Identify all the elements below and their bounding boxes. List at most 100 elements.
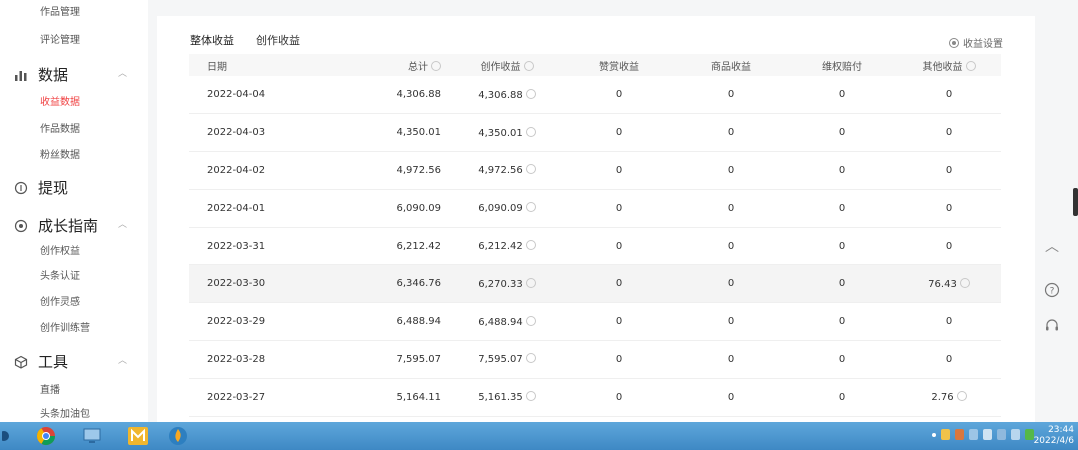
info-icon[interactable]: [431, 60, 441, 71]
sidebar-item-creator-rights[interactable]: 创作权益: [40, 242, 80, 257]
sidebar-group-withdraw[interactable]: 提现: [14, 177, 68, 198]
table-cell: 0: [897, 113, 1001, 153]
table-cell: 0: [897, 227, 1001, 266]
sidebar-group-tools[interactable]: 工具 ︿: [14, 351, 127, 372]
tray-arrow-icon[interactable]: [932, 432, 936, 437]
cell-value: 0: [838, 391, 846, 403]
table-cell: 0: [563, 189, 675, 228]
table-row[interactable]: 2022-04-03 4,350.01 4,350.01 0 0 0 0: [189, 113, 1001, 153]
income-card: 整体收益 创作收益 收益设置 日期 总计 创作收益 赞赏收益 商品收益 维权赔付 其他收益 …: [157, 16, 1035, 422]
sidebar-item-inspiration[interactable]: 创作灵感: [40, 293, 80, 308]
help-icon[interactable]: ?: [1040, 278, 1064, 302]
chevron-up-icon[interactable]: ︿: [118, 353, 127, 366]
info-icon[interactable]: [525, 164, 536, 175]
sidebar-item-comments-manage[interactable]: 评论管理: [40, 31, 80, 46]
tab-creation-income[interactable]: 创作收益: [256, 32, 300, 56]
table-cell: 76.43: [897, 264, 1001, 304]
info-icon[interactable]: [525, 202, 536, 213]
tray-app-icon[interactable]: [941, 429, 950, 440]
sidebar-group-data[interactable]: 数据 ︿: [14, 64, 127, 85]
cell-value: 0: [945, 202, 953, 214]
network-icon[interactable]: [1011, 429, 1020, 440]
cell-value: 2022-03-29: [207, 316, 266, 328]
info-icon[interactable]: [525, 126, 536, 137]
info-icon[interactable]: [956, 391, 967, 402]
chrome-taskbar-button[interactable]: [28, 424, 64, 448]
cell-value: 0: [727, 240, 735, 252]
info-icon[interactable]: [525, 88, 536, 99]
info-icon[interactable]: [525, 240, 536, 251]
customer-service-icon[interactable]: [1040, 314, 1064, 338]
m-app-taskbar-button[interactable]: [120, 424, 156, 448]
cell-value: 0: [838, 89, 846, 101]
table-cell: 6,488.94: [451, 302, 563, 342]
table-cell: 0: [675, 113, 787, 153]
cell-value: 0: [615, 278, 623, 290]
taskbar-clock[interactable]: 23:44 2022/4/6: [1034, 425, 1074, 447]
info-icon[interactable]: [525, 353, 536, 364]
computer-taskbar-button[interactable]: [74, 424, 110, 448]
sidebar-item-income-data[interactable]: 收益数据: [40, 93, 80, 108]
sidebar-item-boost-pack[interactable]: 头条加油包: [40, 405, 90, 420]
cell-value: 2022-04-04: [207, 89, 266, 101]
table-row[interactable]: 2022-03-28 7,595.07 7,595.07 0 0 0 0: [189, 340, 1001, 379]
cell-value: 76.43: [928, 278, 957, 290]
cell-value: 2.76: [931, 392, 954, 404]
table-cell: 5,161.35: [451, 378, 563, 417]
table-cell: 6,270.33: [451, 264, 563, 304]
cell-value: 0: [838, 278, 846, 290]
sidebar-group-label: 成长指南: [38, 217, 99, 235]
info-icon[interactable]: [525, 277, 536, 288]
flame-app-taskbar-button[interactable]: [160, 424, 196, 448]
income-settings-label: 收益设置: [963, 39, 1003, 50]
sidebar-item-training-camp[interactable]: 创作训练营: [40, 319, 90, 334]
table-cell: 0: [787, 340, 897, 379]
sidebar-item-toutiao-verify[interactable]: 头条认证: [40, 267, 80, 282]
column-header-label: 维权赔付: [822, 61, 862, 73]
sidebar-item-live[interactable]: 直播: [40, 381, 60, 396]
tray-app-icon[interactable]: [983, 429, 992, 440]
income-table: 日期 总计 创作收益 赞赏收益 商品收益 维权赔付 其他收益 2022-04-04 4,306…: [189, 54, 1001, 417]
table-cell: 0: [897, 302, 1001, 342]
floating-toolbar: ︿ ?: [1040, 234, 1070, 350]
info-icon[interactable]: [523, 60, 534, 71]
table-row[interactable]: 2022-04-02 4,972.56 4,972.56 0 0 0 0: [189, 151, 1001, 190]
scrollbar-thumb[interactable]: [1073, 188, 1078, 216]
tray-app-icon[interactable]: [969, 429, 978, 440]
sidebar-item-works-manage[interactable]: 作品管理: [40, 3, 80, 18]
info-icon[interactable]: [525, 315, 536, 326]
table-row[interactable]: 2022-03-31 6,212.42 6,212.42 0 0 0 0: [189, 227, 1001, 266]
cell-value: 0: [727, 391, 735, 403]
sidebar-group-label: 数据: [38, 66, 69, 84]
info-icon[interactable]: [959, 277, 970, 288]
tray-app-icon[interactable]: [997, 429, 1006, 440]
table-cell: 2022-03-27: [189, 378, 339, 417]
table-cell: 0: [787, 227, 897, 266]
back-to-top-icon[interactable]: ︿: [1040, 234, 1064, 258]
table-row[interactable]: 2022-03-30 6,346.76 6,270.33 0 0 0 76.43: [189, 264, 1001, 304]
table-cell: 0: [563, 340, 675, 379]
income-settings-link[interactable]: 收益设置: [949, 35, 1003, 50]
tray-app-icon[interactable]: [955, 429, 964, 440]
sidebar-group-growth[interactable]: 成长指南 ︿: [14, 215, 127, 236]
start-button[interactable]: [0, 424, 14, 448]
table-row[interactable]: 2022-03-29 6,488.94 6,488.94 0 0 0 0: [189, 302, 1001, 342]
cell-value: 0: [615, 391, 623, 403]
sidebar-item-works-data[interactable]: 作品数据: [40, 120, 80, 135]
sidebar-item-fans-data[interactable]: 粉丝数据: [40, 146, 80, 161]
chevron-up-icon[interactable]: ︿: [118, 217, 127, 230]
tab-overall-income[interactable]: 整体收益: [190, 32, 234, 56]
cell-value: 0: [727, 316, 735, 328]
flame-icon: [169, 427, 187, 445]
cell-value: 6,212.42: [478, 241, 523, 253]
cell-value: 0: [727, 164, 735, 176]
table-row[interactable]: 2022-04-04 4,306.88 4,306.88 0 0 0 0: [189, 76, 1001, 115]
table-row[interactable]: 2022-04-01 6,090.09 6,090.09 0 0 0 0: [189, 189, 1001, 228]
table-row[interactable]: 2022-03-27 5,164.11 5,161.35 0 0 0 2.76: [189, 378, 1001, 417]
info-icon[interactable]: [525, 391, 536, 402]
table-cell: 6,346.76: [339, 264, 451, 304]
info-icon[interactable]: [965, 60, 976, 71]
table-cell: 4,306.88: [339, 76, 451, 115]
chevron-up-icon[interactable]: ︿: [118, 66, 127, 79]
table-cell: 2022-03-30: [189, 264, 339, 304]
